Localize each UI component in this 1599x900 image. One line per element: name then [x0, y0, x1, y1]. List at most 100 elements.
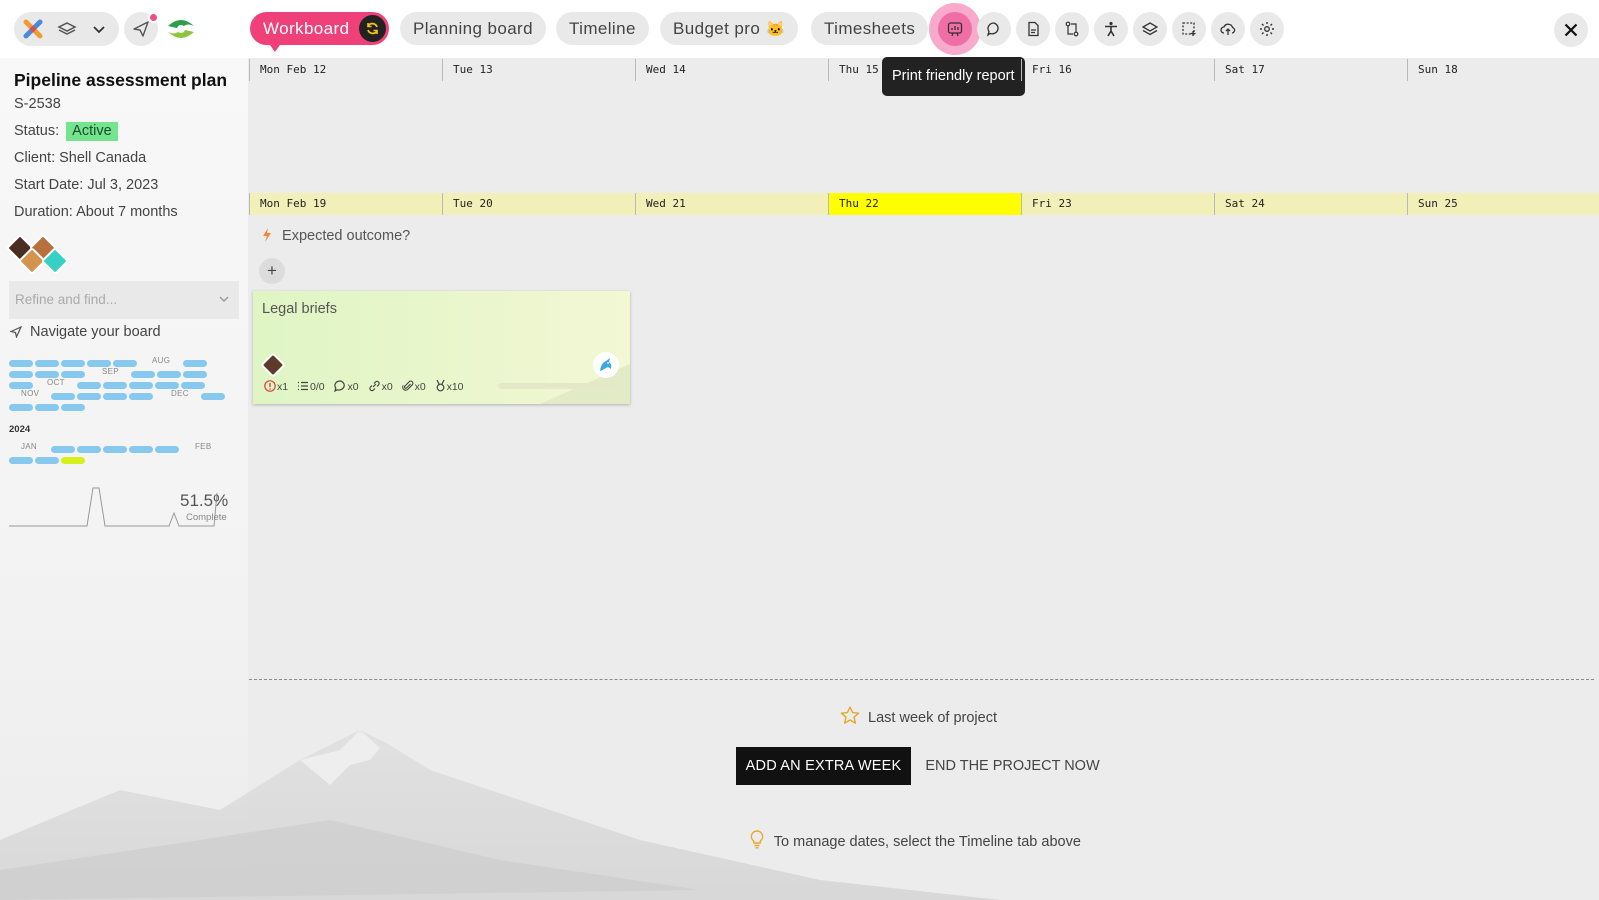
progress-percent: 51.5%: [180, 491, 229, 510]
week-pill[interactable]: [77, 393, 101, 400]
month-label: FEB: [195, 442, 212, 451]
week-pill[interactable]: [35, 371, 59, 378]
navigation-arrow-icon: [9, 325, 23, 339]
tab-label: Budget pro: [673, 19, 761, 38]
week-pill[interactable]: [183, 360, 207, 367]
mini-calendar[interactable]: AUG SEP OCT NOV DEC 2024 JAN FEB: [9, 354, 239, 464]
week-pill[interactable]: [155, 382, 179, 389]
tab-timeline[interactable]: Timeline: [556, 12, 649, 45]
month-label: AUG: [152, 356, 171, 365]
week-pill[interactable]: [77, 382, 101, 389]
week-pill[interactable]: [35, 457, 59, 464]
chevron-down-icon[interactable]: [219, 296, 229, 303]
chevron-down-icon[interactable]: [88, 18, 110, 40]
week-pill[interactable]: [61, 360, 85, 367]
checklist-icon: [298, 381, 309, 391]
sync-icon[interactable]: [359, 15, 387, 42]
tab-label: Workboard: [263, 19, 350, 38]
selection-icon[interactable]: [1172, 12, 1206, 46]
week-pill[interactable]: [35, 360, 59, 367]
settings-icon[interactable]: [1250, 12, 1284, 46]
top-bar: Workboard Planning board Timeline Budget…: [0, 0, 1599, 58]
cloud-sync-icon[interactable]: [1211, 12, 1245, 46]
alert-count: x1: [277, 381, 289, 393]
lightning-icon: [263, 228, 271, 242]
week-pill[interactable]: [9, 360, 33, 367]
refine-search-input[interactable]: Refine and find...: [9, 281, 239, 319]
week-divider: [249, 679, 1594, 680]
tab-budget-pro[interactable]: Budget pro 🐱: [660, 12, 799, 45]
month-label: NOV: [21, 389, 40, 398]
attachment-stat[interactable]: x0: [401, 380, 426, 393]
app-switcher[interactable]: [14, 12, 119, 46]
transfer-icon[interactable]: [1055, 12, 1089, 46]
month-label: OCT: [47, 378, 65, 387]
checklist-stat[interactable]: 0/0: [297, 381, 325, 393]
week-pill[interactable]: [181, 382, 205, 389]
month-label: JAN: [21, 442, 38, 451]
week-pill[interactable]: [113, 360, 137, 367]
hint-label: To manage dates, select the Timeline tab…: [773, 834, 1081, 850]
link-stat[interactable]: x0: [368, 380, 393, 393]
week-pill[interactable]: [157, 371, 181, 378]
day-header: Sat 17: [1214, 59, 1407, 81]
day-header: Fri 23: [1021, 193, 1214, 215]
week-pill[interactable]: [155, 446, 179, 453]
mountain-background: [0, 730, 1000, 900]
workspace-layers-icon[interactable]: [56, 18, 78, 40]
tab-timesheets[interactable]: Timesheets: [811, 12, 929, 45]
week-pill[interactable]: [61, 404, 85, 411]
end-project-button[interactable]: END THE PROJECT NOW: [925, 747, 1100, 785]
week-pill[interactable]: [201, 393, 225, 400]
week-pill[interactable]: [35, 404, 59, 411]
document-icon[interactable]: [1016, 12, 1050, 46]
award-stat[interactable]: x10: [435, 379, 464, 393]
task-card[interactable]: Legal briefs x1 0/0 x0 x0 x0 x10: [253, 291, 630, 404]
week-pill[interactable]: [9, 371, 33, 378]
unicorn-badge-icon[interactable]: [593, 352, 619, 378]
week-pill[interactable]: [9, 382, 33, 389]
expected-outcome-prompt[interactable]: Expected outcome?: [262, 228, 410, 244]
close-icon[interactable]: [1554, 13, 1588, 47]
avatar[interactable]: [260, 352, 286, 378]
tab-workboard[interactable]: Workboard: [250, 12, 390, 52]
alert-stat[interactable]: x1: [264, 380, 289, 393]
week-pill[interactable]: [103, 446, 127, 453]
app-logo-icon[interactable]: [22, 18, 44, 40]
week-pill[interactable]: [9, 457, 33, 464]
week-pill[interactable]: [129, 446, 153, 453]
layers-icon[interactable]: [1133, 12, 1167, 46]
status-label: Status:: [14, 123, 60, 139]
week-pill[interactable]: [103, 382, 127, 389]
week-pill[interactable]: [61, 371, 85, 378]
add-card-button[interactable]: +: [259, 258, 285, 284]
week-pill[interactable]: [77, 446, 101, 453]
week-pill[interactable]: [183, 371, 207, 378]
week-pill[interactable]: [51, 446, 75, 453]
current-week-pill[interactable]: [61, 457, 85, 464]
week-pill[interactable]: [9, 404, 33, 411]
comment-stat[interactable]: x0: [333, 380, 359, 393]
week-row-current: Mon Feb 19 Tue 20 Wed 21 Thu 22 Fri 23 S…: [249, 193, 1599, 215]
accessibility-icon[interactable]: [1094, 12, 1128, 46]
project-status: Status: Active: [14, 122, 118, 141]
award-count: x10: [446, 381, 464, 393]
week-pill[interactable]: [87, 360, 111, 367]
cat-emoji-icon: 🐱: [766, 21, 786, 38]
project-start-date: Start Date: Jul 3, 2023: [14, 177, 159, 193]
day-header-today: Thu 22: [828, 193, 1021, 215]
week-pill[interactable]: [51, 393, 75, 400]
refine-placeholder: Refine and find...: [15, 292, 118, 307]
team-avatars[interactable]: [5, 233, 70, 278]
week-pill[interactable]: [103, 393, 127, 400]
tab-planning-board[interactable]: Planning board: [400, 12, 546, 45]
chat-icon[interactable]: [977, 12, 1011, 46]
week-pill[interactable]: [131, 371, 155, 378]
last-week-label: Last week of project: [868, 710, 997, 726]
week-pill[interactable]: [129, 393, 153, 400]
add-extra-week-button[interactable]: ADD AN EXTRA WEEK: [736, 747, 911, 785]
tab-label: Timeline: [569, 19, 636, 38]
day-header: Tue 13: [442, 59, 635, 81]
report-icon[interactable]: [938, 12, 972, 46]
week-pill[interactable]: [129, 382, 153, 389]
